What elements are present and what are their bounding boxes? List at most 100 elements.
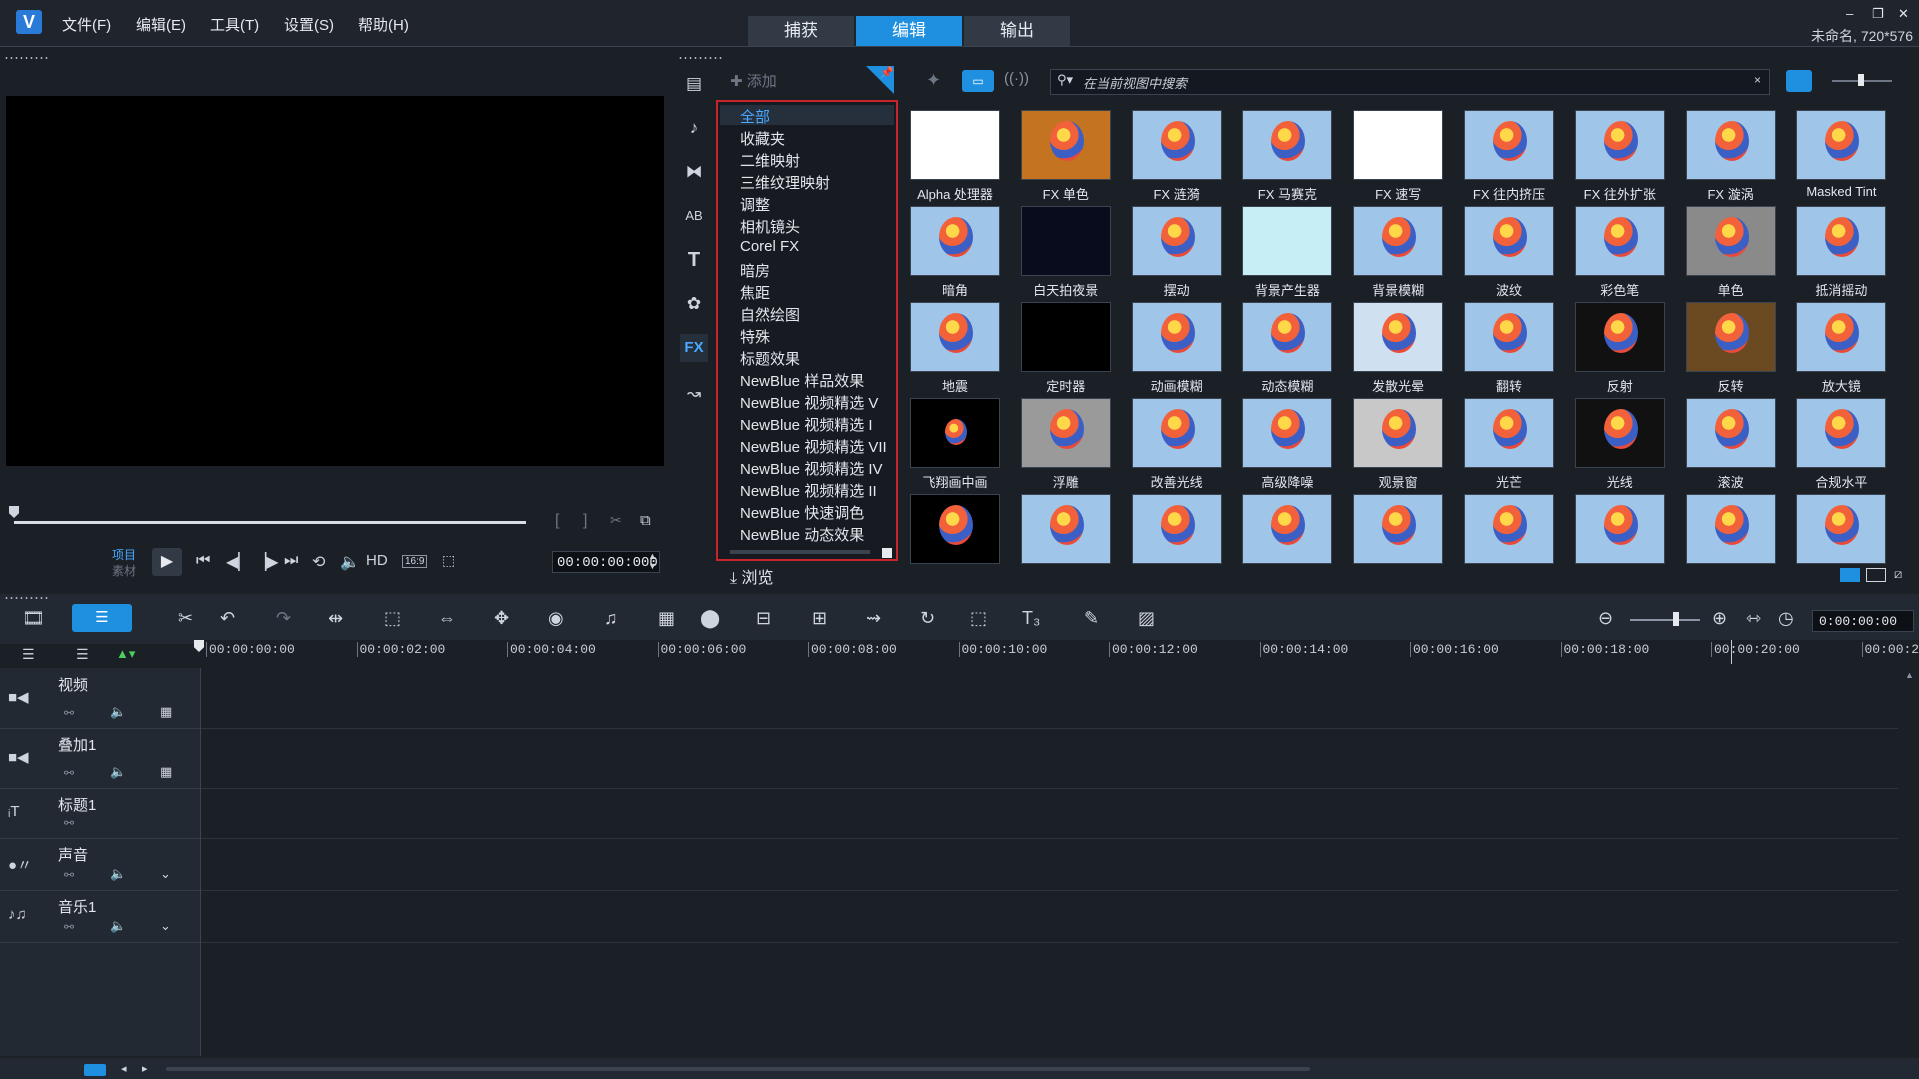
effect-thumbnail[interactable]	[1242, 302, 1333, 372]
storyboard-view-icon[interactable]: 🎞	[22, 608, 45, 629]
link-icon[interactable]: ⚯	[64, 920, 74, 934]
effect-thumbnail[interactable]	[1464, 398, 1554, 468]
effect-thumbnail[interactable]	[1796, 398, 1887, 468]
browse-button[interactable]: ⤓ 浏览	[730, 564, 774, 588]
scroll-left-icon[interactable]: ◂	[121, 1062, 127, 1075]
effect-thumbnail[interactable]	[1353, 110, 1444, 180]
add-folder-button[interactable]: ✚ 添加	[730, 70, 777, 91]
project-mode-label[interactable]: 项目	[112, 546, 136, 563]
track-list-icon[interactable]: ☰	[22, 646, 35, 663]
timeline-view-icon[interactable]: ☰	[72, 604, 132, 632]
effect-thumbnail[interactable]	[1242, 398, 1333, 468]
restore-button[interactable]: ❐	[1872, 6, 1884, 22]
crop-icon[interactable]: ⬚	[442, 552, 455, 569]
track-settings-icon[interactable]: ☰	[76, 646, 89, 663]
category-item[interactable]: 相机镜头	[740, 216, 800, 237]
timeline-ruler[interactable]: 00:00:00:00 00:00:02:00 00:00:04:00 00:00:0…	[196, 640, 1919, 664]
effect-thumbnail[interactable]	[1020, 494, 1111, 564]
category-item[interactable]: NewBlue 视频精选 V	[740, 392, 878, 413]
zoom-out-icon[interactable]: ⊖	[1598, 608, 1613, 629]
effect-thumbnail[interactable]	[910, 494, 1000, 564]
track-lane[interactable]	[201, 728, 1898, 789]
category-scroll-thumb[interactable]	[882, 548, 892, 558]
effect-thumbnail[interactable]	[1131, 110, 1222, 180]
category-item[interactable]: 调整	[740, 194, 770, 215]
motion-track-icon[interactable]: ⬤	[700, 608, 720, 629]
zoom-slider[interactable]	[1630, 619, 1700, 621]
time-remap-icon[interactable]: ⇝	[866, 608, 881, 629]
timecode-spinner-icon[interactable]: ▲ ▼	[648, 551, 657, 571]
tab-capture[interactable]: 捕获	[748, 16, 854, 46]
track-lane[interactable]	[201, 668, 1898, 729]
category-item[interactable]: NewBlue 视频精选 I	[740, 414, 873, 435]
timeline-grip[interactable]	[4, 596, 50, 600]
play-button[interactable]: ▶	[152, 548, 182, 576]
track-expand-icon[interactable]: ⌄	[160, 918, 171, 934]
title-library-icon[interactable]: AB	[680, 202, 708, 230]
category-item[interactable]: 暗房	[740, 260, 770, 281]
mark-in-icon[interactable]: [	[555, 512, 559, 530]
timeline-timecode[interactable]: 0:00:00:00	[1812, 610, 1914, 632]
category-item[interactable]: Corel FX	[740, 238, 799, 255]
category-item[interactable]: NewBlue 样品效果	[740, 370, 864, 391]
category-hscroll[interactable]	[730, 550, 870, 554]
effect-thumbnail[interactable]	[1574, 110, 1665, 180]
path-icon[interactable]: ↝	[680, 380, 708, 408]
effect-thumbnail[interactable]	[1242, 494, 1333, 564]
scrub-bar[interactable]	[14, 521, 526, 524]
mark-out-icon[interactable]: ]	[583, 512, 587, 530]
effect-thumbnail[interactable]	[1464, 494, 1554, 564]
effect-thumbnail[interactable]	[1020, 206, 1111, 276]
track-mute-icon[interactable]: 🔈	[110, 764, 126, 780]
effect-thumbnail[interactable]	[1353, 398, 1444, 468]
hscroll-thumb[interactable]	[166, 1067, 1310, 1071]
add-favorite-icon[interactable]: ✦	[926, 70, 941, 91]
minimize-button[interactable]: –	[1846, 6, 1853, 21]
preview-timecode[interactable]: 00:00:00:000	[552, 551, 660, 573]
effect-thumbnail[interactable]	[1353, 206, 1444, 276]
menu-edit[interactable]: 编辑(E)	[136, 14, 186, 35]
effect-thumbnail[interactable]	[1464, 206, 1554, 276]
tools-icon[interactable]: ✂	[178, 608, 193, 629]
effect-thumbnail[interactable]	[1020, 398, 1111, 468]
track-header[interactable]: ♪♫ 音乐1 ⚯ 🔈 ⌄	[0, 890, 200, 943]
effect-thumbnail[interactable]	[910, 302, 1000, 372]
instant-project-icon[interactable]: ♪	[680, 114, 708, 142]
menu-help[interactable]: 帮助(H)	[358, 14, 409, 35]
category-item[interactable]: 焦距	[740, 282, 770, 303]
category-item[interactable]: NewBlue 视频精选 IV	[740, 458, 883, 479]
effect-thumbnail[interactable]	[1131, 206, 1222, 276]
list-view-icon[interactable]	[1840, 568, 1860, 582]
multicam-icon[interactable]: ▦	[658, 608, 675, 629]
fit-project-icon[interactable]: ⇿	[1746, 608, 1761, 629]
category-item[interactable]: 标题效果	[740, 348, 800, 369]
record-capture-icon[interactable]: ⬚	[384, 608, 401, 629]
track-mute-icon[interactable]: 🔈	[110, 918, 126, 934]
effect-thumbnail[interactable]	[1685, 206, 1776, 276]
track-header[interactable]: ■◀ 视频 ⚯ 🔈 ▦	[0, 668, 200, 729]
effect-thumbnail[interactable]	[910, 398, 1000, 468]
effect-thumbnail[interactable]	[1796, 206, 1887, 276]
loop-icon[interactable]: ↻	[920, 608, 935, 629]
close-button[interactable]: ✕	[1898, 6, 1909, 22]
track-area[interactable]	[201, 668, 1898, 1056]
track-grid-icon[interactable]: ▦	[160, 704, 172, 720]
search-placeholder[interactable]: 在当前视图中搜索	[1083, 73, 1187, 92]
track-mute-icon[interactable]: 🔈	[110, 704, 126, 720]
category-item[interactable]: NewBlue 动态效果	[740, 524, 864, 545]
tab-share[interactable]: 输出	[964, 16, 1070, 46]
thumbnail-view-icon[interactable]	[1786, 70, 1812, 92]
next-frame-icon[interactable]: ▕▶︎	[254, 552, 279, 572]
effect-thumbnail[interactable]	[1131, 398, 1222, 468]
link-icon[interactable]: ⚯	[64, 706, 74, 720]
redo-icon[interactable]: ↷	[276, 608, 291, 629]
effect-thumbnail[interactable]	[1574, 494, 1665, 564]
show-audio-filter-icon[interactable]: ((·))	[1004, 70, 1029, 87]
scroll-up-icon[interactable]: ▲	[1905, 670, 1914, 680]
split-screen-icon[interactable]: ⊞	[812, 608, 827, 629]
track-manager-icon[interactable]: ⇔	[438, 608, 456, 629]
tab-edit[interactable]: 编辑	[856, 16, 962, 46]
ripple-edit-icon[interactable]: ▲▾	[116, 646, 135, 662]
paint-icon[interactable]: ✎	[1084, 608, 1099, 629]
transition-icon[interactable]: ⧓	[680, 158, 708, 186]
